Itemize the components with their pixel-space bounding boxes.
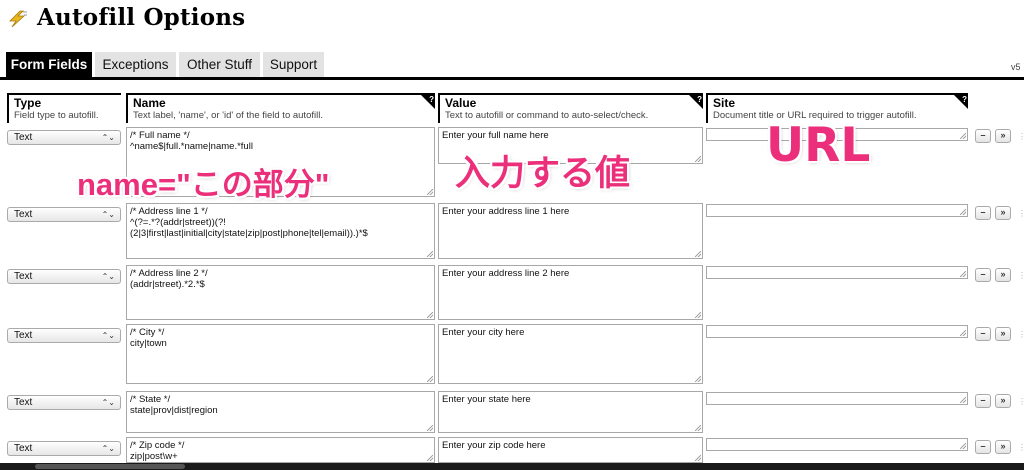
column-subtitle-type: Field type to autofill.: [14, 110, 99, 121]
type-select[interactable]: Text ⌃⌄: [7, 269, 121, 284]
select-arrows-icon: ⌃⌄: [101, 398, 115, 407]
more-options-button[interactable]: »: [995, 440, 1011, 454]
column-subtitle-value: Text to autofill or command to auto-sele…: [445, 110, 649, 121]
value-textarea[interactable]: Enter your address line 1 here: [438, 203, 703, 259]
value-textarea[interactable]: Enter your zip code here: [438, 437, 703, 463]
help-icon[interactable]: ?: [954, 95, 968, 109]
site-input[interactable]: [706, 325, 968, 338]
site-input[interactable]: [706, 392, 968, 405]
tab-underline: [0, 77, 1024, 80]
drag-handle-icon[interactable]: ⋮: [1018, 444, 1024, 452]
column-title-value: Value: [445, 96, 477, 110]
tab-bar: Form Fields Exceptions Other Stuff Suppo…: [0, 52, 1024, 79]
scrollbar-thumb[interactable]: [35, 464, 185, 469]
remove-row-button[interactable]: –: [975, 394, 991, 408]
site-input[interactable]: [706, 438, 968, 451]
annotation-name: name="この部分": [77, 167, 330, 202]
more-options-button[interactable]: »: [995, 268, 1011, 282]
annotation-url: URL: [766, 118, 871, 173]
select-arrows-icon: ⌃⌄: [101, 272, 115, 281]
more-options-button[interactable]: »: [995, 327, 1011, 341]
value-textarea[interactable]: Enter your address line 2 here: [438, 265, 703, 320]
version-label: v5: [1011, 62, 1021, 72]
select-arrows-icon: ⌃⌄: [101, 133, 115, 142]
column-subtitle-name: Text label, 'name', or 'id' of the field…: [133, 110, 323, 121]
drag-handle-icon[interactable]: ⋮: [1018, 272, 1024, 280]
remove-row-button[interactable]: –: [975, 268, 991, 282]
type-select[interactable]: Text ⌃⌄: [7, 395, 121, 410]
type-select[interactable]: Text ⌃⌄: [7, 207, 121, 222]
help-icon[interactable]: ?: [421, 95, 435, 109]
type-select[interactable]: Text ⌃⌄: [7, 328, 121, 343]
horizontal-scrollbar[interactable]: [0, 463, 1024, 470]
annotation-value: 入力する値: [455, 154, 631, 193]
drag-handle-icon[interactable]: ⋮: [1018, 133, 1024, 141]
column-title-name: Name: [133, 96, 166, 110]
column-title-type: Type: [14, 96, 42, 110]
drag-handle-icon[interactable]: ⋮: [1018, 210, 1024, 218]
more-options-button[interactable]: »: [995, 394, 1011, 408]
help-icon[interactable]: ?: [689, 95, 703, 109]
type-select[interactable]: Text ⌃⌄: [7, 441, 121, 456]
column-header-value: Value Text to autofill or command to aut…: [438, 93, 703, 123]
remove-row-button[interactable]: –: [975, 206, 991, 220]
site-input[interactable]: [706, 204, 968, 217]
select-arrows-icon: ⌃⌄: [101, 210, 115, 219]
value-textarea[interactable]: Enter your city here: [438, 324, 703, 384]
tab-other-stuff[interactable]: Other Stuff: [179, 52, 260, 77]
remove-row-button[interactable]: –: [975, 327, 991, 341]
name-textarea[interactable]: /* Zip code */ zip|post\w+: [126, 437, 435, 463]
more-options-button[interactable]: »: [995, 206, 1011, 220]
type-select[interactable]: Text ⌃⌄: [7, 130, 121, 145]
page-title: Autofill Options: [37, 4, 246, 31]
select-arrows-icon: ⌃⌄: [101, 444, 115, 453]
tab-form-fields[interactable]: Form Fields: [6, 52, 92, 77]
remove-row-button[interactable]: –: [975, 440, 991, 454]
name-textarea[interactable]: /* State */ state|prov|dist|region: [126, 391, 435, 433]
column-header-name: Name Text label, 'name', or 'id' of the …: [126, 93, 435, 123]
drag-handle-icon[interactable]: ⋮: [1018, 331, 1024, 339]
name-textarea[interactable]: /* Address line 2 */ (addr|street).*2.*$: [126, 265, 435, 320]
column-header-type: Type Field type to autofill.: [7, 93, 121, 123]
remove-row-button[interactable]: –: [975, 129, 991, 143]
name-textarea[interactable]: /* Address line 1 */ ^(?=.*?(addr|street…: [126, 203, 435, 259]
value-textarea[interactable]: Enter your state here: [438, 391, 703, 433]
lightning-bolt-icon: [6, 10, 28, 28]
select-arrows-icon: ⌃⌄: [101, 331, 115, 340]
drag-handle-icon[interactable]: ⋮: [1018, 398, 1024, 406]
tab-exceptions[interactable]: Exceptions: [95, 52, 176, 77]
more-options-button[interactable]: »: [995, 129, 1011, 143]
site-input[interactable]: [706, 266, 968, 279]
column-title-site: Site: [713, 96, 736, 110]
name-textarea[interactable]: /* City */ city|town: [126, 324, 435, 384]
tab-support[interactable]: Support: [263, 52, 324, 77]
